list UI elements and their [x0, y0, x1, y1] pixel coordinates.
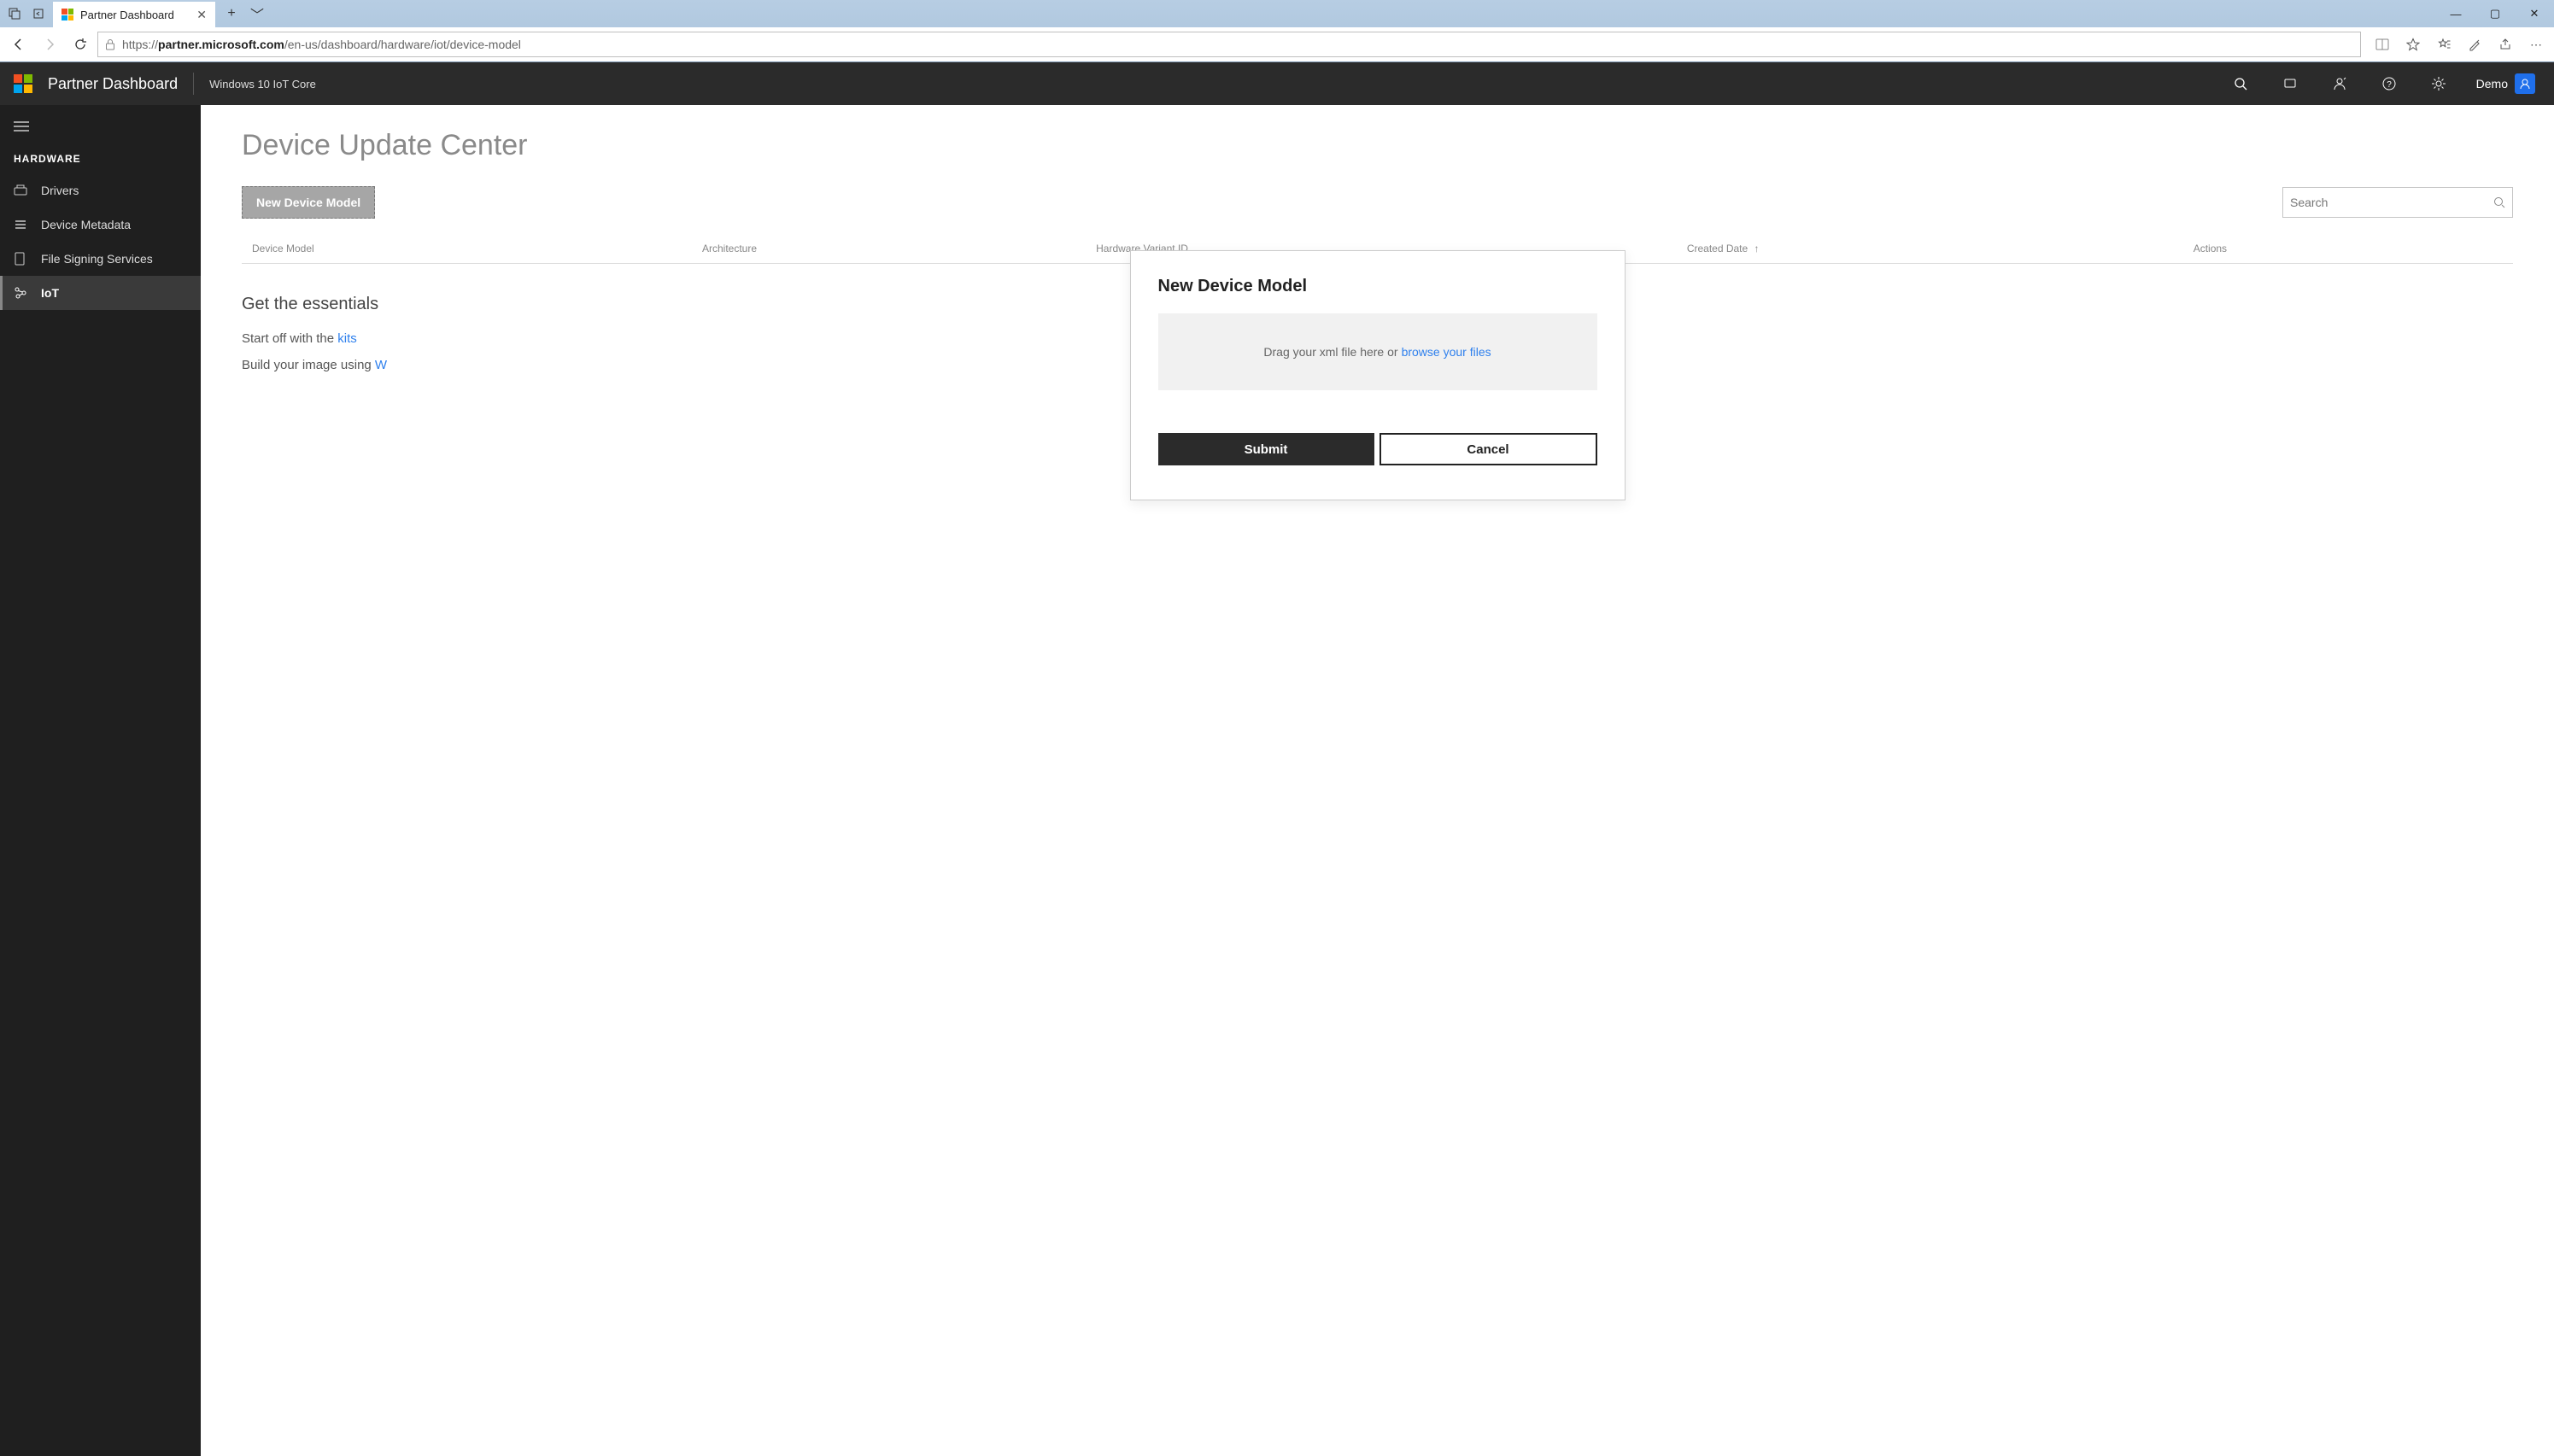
- appbar-help-icon[interactable]: ?: [2372, 67, 2406, 101]
- dropzone-text: Drag your xml file here or: [1263, 345, 1397, 359]
- browser-tab-title: Partner Dashboard: [80, 9, 190, 21]
- window-close-icon[interactable]: ✕: [2515, 0, 2554, 27]
- tab-actions-icon[interactable]: [5, 4, 24, 23]
- app-brand: Partner Dashboard: [48, 75, 178, 93]
- toolbar: New Device Model: [242, 186, 2513, 219]
- search-input[interactable]: [2290, 196, 2493, 209]
- window-minimize-icon[interactable]: —: [2436, 0, 2475, 27]
- reading-view-icon[interactable]: [2369, 32, 2395, 57]
- new-tab-icon[interactable]: +: [220, 6, 243, 21]
- browse-files-link[interactable]: browse your files: [1402, 345, 1491, 359]
- browser-chrome: Partner Dashboard ✕ + ﹀ — ▢ ✕ https://: [0, 0, 2554, 62]
- sidebar-item-iot[interactable]: IoT: [0, 276, 201, 310]
- sidebar: HARDWARE Drivers Device Metadata File Si…: [0, 105, 201, 1456]
- build-image-link[interactable]: W: [375, 358, 387, 372]
- ms-favicon-icon: [62, 9, 73, 20]
- app-top-bar: Partner Dashboard Windows 10 IoT Core ? …: [0, 62, 2554, 105]
- cancel-button[interactable]: Cancel: [1380, 433, 1597, 465]
- more-icon[interactable]: ⋯: [2523, 32, 2549, 57]
- sidebar-item-file-signing[interactable]: File Signing Services: [0, 242, 201, 276]
- file-signing-icon: [14, 252, 29, 266]
- file-dropzone[interactable]: Drag your xml file here or browse your f…: [1158, 313, 1597, 390]
- appbar-person-icon[interactable]: [2323, 67, 2357, 101]
- search-icon[interactable]: [2493, 196, 2505, 208]
- url-input[interactable]: https://partner.microsoft.com/en-us/dash…: [97, 32, 2361, 57]
- sort-asc-icon: ↑: [1754, 243, 1760, 254]
- table-search[interactable]: [2282, 187, 2513, 218]
- set-aside-tabs-icon[interactable]: [29, 4, 48, 23]
- nav-refresh-icon[interactable]: [67, 31, 94, 58]
- sidebar-item-label: File Signing Services: [41, 252, 153, 266]
- appbar-settings-icon[interactable]: [2422, 67, 2456, 101]
- main-content: Device Update Center New Device Model De…: [201, 105, 2554, 1456]
- appbar-divider: [193, 73, 194, 95]
- sidebar-item-label: IoT: [41, 286, 59, 300]
- col-device-model[interactable]: Device Model: [252, 243, 702, 254]
- browser-address-bar: https://partner.microsoft.com/en-us/dash…: [0, 27, 2554, 61]
- modal-title: New Device Model: [1158, 277, 1597, 296]
- url-text: https://partner.microsoft.com/en-us/dash…: [122, 38, 521, 51]
- favorite-star-icon[interactable]: [2400, 32, 2426, 57]
- page-title: Device Update Center: [242, 129, 2513, 162]
- appbar-search-icon[interactable]: [2223, 67, 2258, 101]
- appbar-username: Demo: [2476, 77, 2508, 91]
- appbar-user[interactable]: Demo: [2471, 73, 2540, 94]
- svg-text:?: ?: [2387, 80, 2392, 90]
- submit-button[interactable]: Submit: [1158, 433, 1374, 465]
- sidebar-item-label: Drivers: [41, 184, 79, 197]
- tab-dropdown-icon[interactable]: ﹀: [246, 3, 268, 24]
- drivers-icon: [14, 184, 29, 196]
- lock-icon: [105, 38, 115, 50]
- metadata-icon: [14, 219, 29, 231]
- nav-forward-icon: [36, 31, 63, 58]
- notes-icon[interactable]: [2462, 32, 2487, 57]
- col-actions[interactable]: Actions: [2194, 243, 2503, 254]
- col-architecture[interactable]: Architecture: [702, 243, 1096, 254]
- appbar-feedback-icon[interactable]: [2273, 67, 2307, 101]
- avatar-icon: [2515, 73, 2535, 94]
- new-device-model-button[interactable]: New Device Model: [242, 186, 375, 219]
- browser-title-bar: Partner Dashboard ✕ + ﹀ — ▢ ✕: [0, 0, 2554, 27]
- kits-link[interactable]: kits: [337, 331, 357, 346]
- sidebar-section-title: HARDWARE: [0, 141, 201, 173]
- share-icon[interactable]: [2492, 32, 2518, 57]
- sidebar-item-device-metadata[interactable]: Device Metadata: [0, 208, 201, 242]
- iot-icon: [14, 286, 29, 300]
- new-device-model-modal: New Device Model Drag your xml file here…: [1130, 250, 1626, 500]
- col-created-date[interactable]: Created Date ↑: [1687, 243, 2194, 254]
- nav-back-icon[interactable]: [5, 31, 32, 58]
- sidebar-item-drivers[interactable]: Drivers: [0, 173, 201, 208]
- browser-tab[interactable]: Partner Dashboard ✕: [53, 2, 215, 27]
- app-subtitle: Windows 10 IoT Core: [209, 78, 316, 91]
- window-maximize-icon[interactable]: ▢: [2475, 0, 2515, 27]
- ms-logo-icon: [14, 74, 32, 93]
- sidebar-toggle-icon[interactable]: [0, 112, 201, 141]
- sidebar-item-label: Device Metadata: [41, 218, 131, 231]
- tab-close-icon[interactable]: ✕: [196, 8, 207, 22]
- app-root: Partner Dashboard Windows 10 IoT Core ? …: [0, 62, 2554, 1456]
- favorites-list-icon[interactable]: [2431, 32, 2457, 57]
